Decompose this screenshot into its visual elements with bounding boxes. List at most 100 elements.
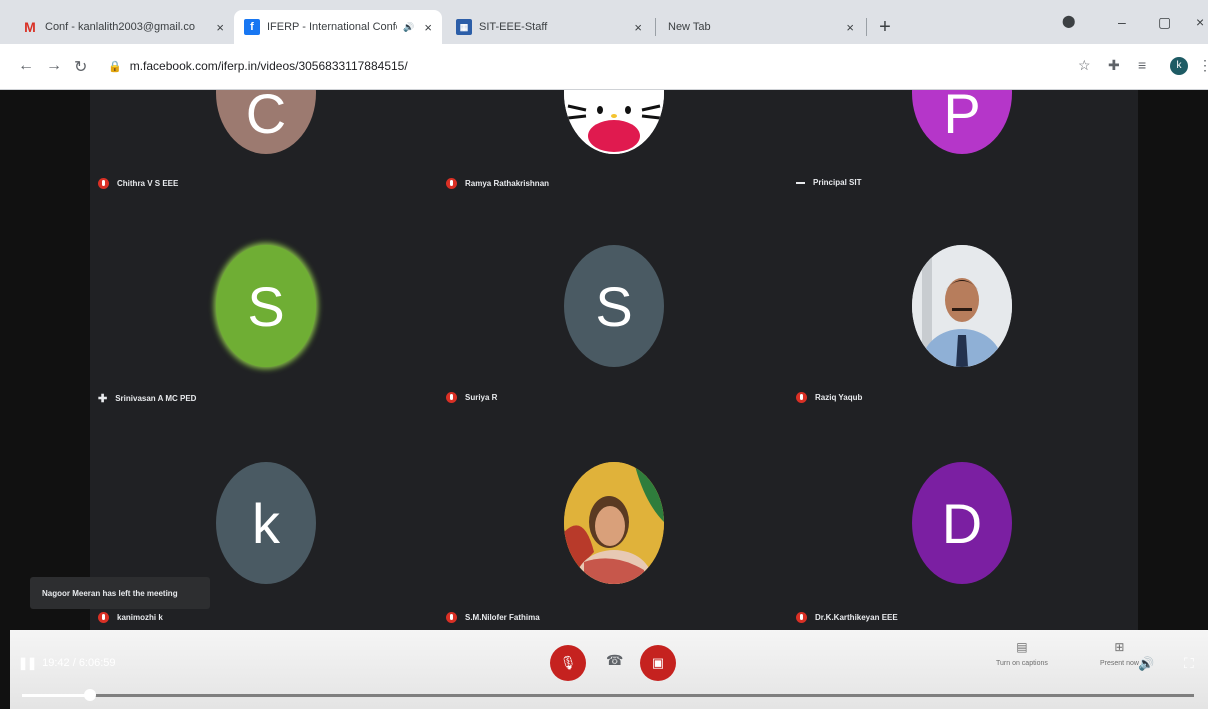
speaking-indicator-icon <box>796 181 805 184</box>
participant-name-text: Ramya Rathakrishnan <box>465 179 550 188</box>
participant-avatar: D <box>912 462 1012 584</box>
tab-close-icon[interactable]: × <box>846 20 854 35</box>
avatar-initial: k <box>252 491 280 555</box>
mic-muted-icon <box>446 612 457 623</box>
captions-label: Turn on captions <box>996 660 1048 667</box>
media-control-icon[interactable]: ⬤ <box>1062 14 1075 28</box>
avatar-initial: D <box>941 491 983 555</box>
new-tab-button[interactable]: + <box>872 14 898 40</box>
participant-name-text: S.M.Nilofer Fathima <box>465 613 540 622</box>
participant-avatar: k <box>216 462 316 584</box>
tab-separator <box>866 18 867 36</box>
back-icon[interactable]: ← <box>18 57 34 75</box>
tab-new-tab[interactable]: New Tab × <box>658 10 864 44</box>
forward-icon[interactable]: → <box>46 57 62 75</box>
participant-name: Dr.K.Karthikeyan EEE <box>796 612 898 623</box>
participant-avatar: S <box>564 245 664 367</box>
avatar-initial: C <box>245 90 287 145</box>
duration: 6:06:59 <box>78 657 116 669</box>
pause-icon[interactable]: ❚❚ <box>18 656 37 670</box>
tab-title: IFERP - International Confer <box>267 21 398 33</box>
tab-title: SIT-EEE-Staff <box>479 21 548 33</box>
meeting-toast: Nagoor Meeran has left the meeting <box>30 577 210 609</box>
mic-muted-icon <box>446 178 457 189</box>
participant-avatar: S <box>216 245 316 367</box>
address-bar[interactable]: 🔒 m.facebook.com/iferp.in/videos/3056833… <box>108 52 1058 80</box>
video-player[interactable]: C P Chithra V S EEE Ramya Rathakrishnan … <box>0 90 1208 709</box>
participant-avatar: P <box>912 90 1012 154</box>
participant-name-text: Raziq Yaqub <box>815 393 863 402</box>
participant-name-text: kanimozhi k <box>117 613 163 622</box>
avatar-initial: S <box>595 274 633 338</box>
menu-icon[interactable]: ⋮ <box>1198 57 1208 74</box>
minimize-button[interactable]: – <box>1118 14 1126 30</box>
tab-sit-eee-staff[interactable]: ▦ SIT-EEE-Staff × <box>446 10 652 44</box>
sheets-icon: ▦ <box>456 19 472 35</box>
tab-iferp[interactable]: f IFERP - International Confer 🔊 × <box>234 10 442 44</box>
participant-name-text: Suriya R <box>465 393 498 402</box>
camera-toggle-button[interactable]: ▣ <box>640 645 676 681</box>
pin-icon: ✚ <box>98 393 108 405</box>
tab-gmail[interactable]: M Conf - kanlalith2003@gmail.co × <box>12 10 234 44</box>
mic-toggle-button[interactable]: 🎙 <box>550 645 586 681</box>
participant-name: Ramya Rathakrishnan <box>446 178 549 189</box>
woman-portrait-avatar <box>564 462 664 584</box>
meeting-grid: C P Chithra V S EEE Ramya Rathakrishnan … <box>90 90 1138 709</box>
profile-avatar[interactable]: k <box>1170 57 1188 75</box>
mic-muted-icon <box>446 392 457 403</box>
participant-name: Raziq Yaqub <box>796 392 862 403</box>
mic-muted-icon <box>98 612 109 623</box>
avatar-initial: S <box>247 274 285 338</box>
video-progress-bar[interactable] <box>22 689 1194 701</box>
tab-close-icon[interactable]: × <box>424 20 432 35</box>
participant-name: Principal SIT <box>796 178 861 187</box>
volume-icon[interactable]: 🔊 <box>1138 656 1154 672</box>
fullscreen-icon[interactable]: ⛶ <box>1184 655 1194 672</box>
participant-name: S.M.Nilofer Fathima <box>446 612 540 623</box>
tab-title: Conf - kanlalith2003@gmail.co <box>45 21 195 33</box>
tab-strip: M Conf - kanlalith2003@gmail.co × f IFER… <box>0 0 1208 44</box>
progress-knob[interactable] <box>83 689 96 701</box>
tab-close-icon[interactable]: × <box>216 20 224 35</box>
present-button[interactable]: ⊞ Present now <box>1100 640 1139 667</box>
participant-name: Chithra V S EEE <box>98 178 178 189</box>
participant-name-text: Principal SIT <box>813 178 862 187</box>
hello-kitty-avatar <box>564 90 664 154</box>
lock-icon: 🔒 <box>108 60 122 73</box>
leave-call-icon[interactable]: ☎ <box>606 652 623 669</box>
participant-avatar: C <box>216 90 316 154</box>
reading-list-icon[interactable]: ≡ <box>1138 57 1146 73</box>
speaker-icon[interactable]: 🔊 <box>403 22 414 33</box>
close-window-button[interactable]: × <box>1196 14 1204 30</box>
tab-close-icon[interactable]: × <box>634 20 642 35</box>
mic-muted-icon <box>796 392 807 403</box>
mic-muted-icon <box>796 612 807 623</box>
hello-kitty-icon <box>564 90 664 154</box>
captions-button[interactable]: ▤ Turn on captions <box>996 640 1048 667</box>
facebook-icon: f <box>244 19 260 35</box>
gmail-icon: M <box>24 19 36 35</box>
player-controls: ❚❚ 19:42 / 6:06:59 <box>18 656 116 670</box>
avatar-initial: P <box>943 90 981 145</box>
progress-fill <box>22 694 90 697</box>
participant-name-text: Srinivasan A MC PED <box>115 394 197 403</box>
reload-icon[interactable]: ↻ <box>74 57 87 77</box>
tab-separator <box>655 18 656 36</box>
man-portrait-avatar <box>912 245 1012 367</box>
participant-name: kanimozhi k <box>98 612 163 623</box>
time-separator: / <box>69 657 79 669</box>
tab-title: New Tab <box>668 21 711 33</box>
present-icon: ⊞ <box>1114 640 1125 654</box>
woman-portrait-icon <box>564 462 664 584</box>
participant-name-text: Dr.K.Karthikeyan EEE <box>815 613 898 622</box>
participant-name: Suriya R <box>446 392 497 403</box>
man-portrait-icon <box>912 245 1012 367</box>
current-time: 19:42 <box>42 657 70 669</box>
captions-icon: ▤ <box>1016 640 1028 654</box>
present-label: Present now <box>1100 660 1139 667</box>
url-text: m.facebook.com/iferp.in/videos/305683311… <box>129 59 408 73</box>
participant-name: ✚ Srinivasan A MC PED <box>98 392 196 405</box>
extensions-icon[interactable]: ✚ <box>1108 57 1120 74</box>
bookmark-star-icon[interactable]: ☆ <box>1078 57 1091 74</box>
maximize-button[interactable]: ▢ <box>1158 14 1171 31</box>
